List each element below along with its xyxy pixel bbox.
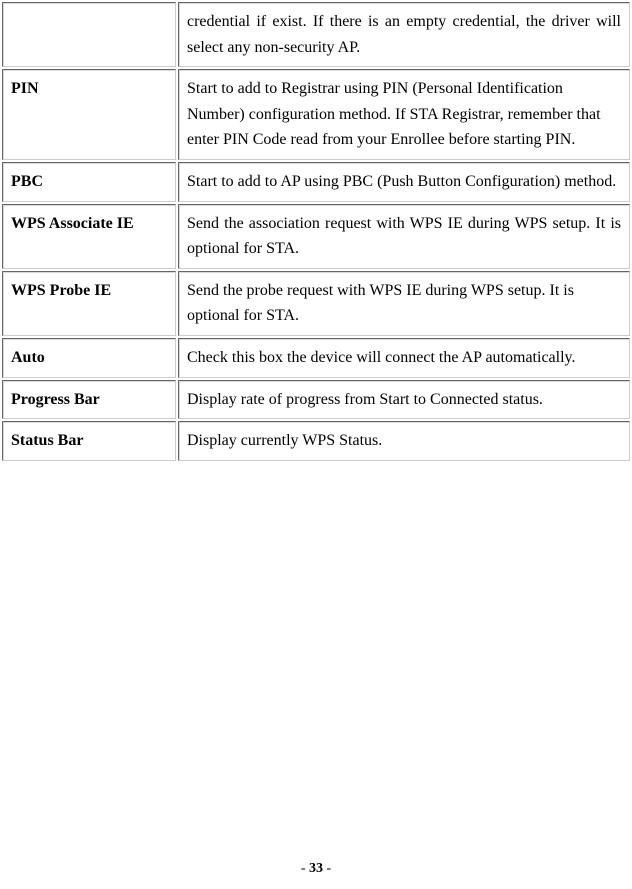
table-row: Status Bar Display currently WPS Status. <box>2 421 630 461</box>
table-row: PIN Start to add to Registrar using PIN … <box>2 69 630 160</box>
table-row: Auto Check this box the device will conn… <box>2 338 630 378</box>
page: credential if exist. If there is an empt… <box>0 0 632 889</box>
term-cell: WPS Associate IE <box>2 204 176 269</box>
desc-cell: Start to add to AP using PBC (Push Butto… <box>178 162 630 202</box>
desc-cell: Display rate of progress from Start to C… <box>178 380 630 420</box>
term-cell: Status Bar <box>2 421 176 461</box>
content-area: credential if exist. If there is an empt… <box>0 0 632 861</box>
table-row: PBC Start to add to AP using PBC (Push B… <box>2 162 630 202</box>
table-row: WPS Probe IE Send the probe request with… <box>2 271 630 336</box>
table-body: credential if exist. If there is an empt… <box>2 2 630 461</box>
term-cell: WPS Probe IE <box>2 271 176 336</box>
term-cell: Progress Bar <box>2 380 176 420</box>
term-cell: PBC <box>2 162 176 202</box>
page-number: - 33 - <box>0 861 632 889</box>
page-number-suffix: - <box>323 861 331 876</box>
term-cell: Auto <box>2 338 176 378</box>
desc-cell: Display currently WPS Status. <box>178 421 630 461</box>
desc-cell: Send the probe request with WPS IE durin… <box>178 271 630 336</box>
table-row: credential if exist. If there is an empt… <box>2 2 630 67</box>
desc-cell: credential if exist. If there is an empt… <box>178 2 630 67</box>
desc-cell: Send the association request with WPS IE… <box>178 204 630 269</box>
definitions-table: credential if exist. If there is an empt… <box>0 0 632 463</box>
desc-cell: Check this box the device will connect t… <box>178 338 630 378</box>
term-cell: PIN <box>2 69 176 160</box>
page-number-value: 33 <box>309 861 323 876</box>
table-row: Progress Bar Display rate of progress fr… <box>2 380 630 420</box>
term-cell <box>2 2 176 67</box>
page-number-prefix: - <box>301 861 309 876</box>
desc-cell: Start to add to Registrar using PIN (Per… <box>178 69 630 160</box>
table-row: WPS Associate IE Send the association re… <box>2 204 630 269</box>
